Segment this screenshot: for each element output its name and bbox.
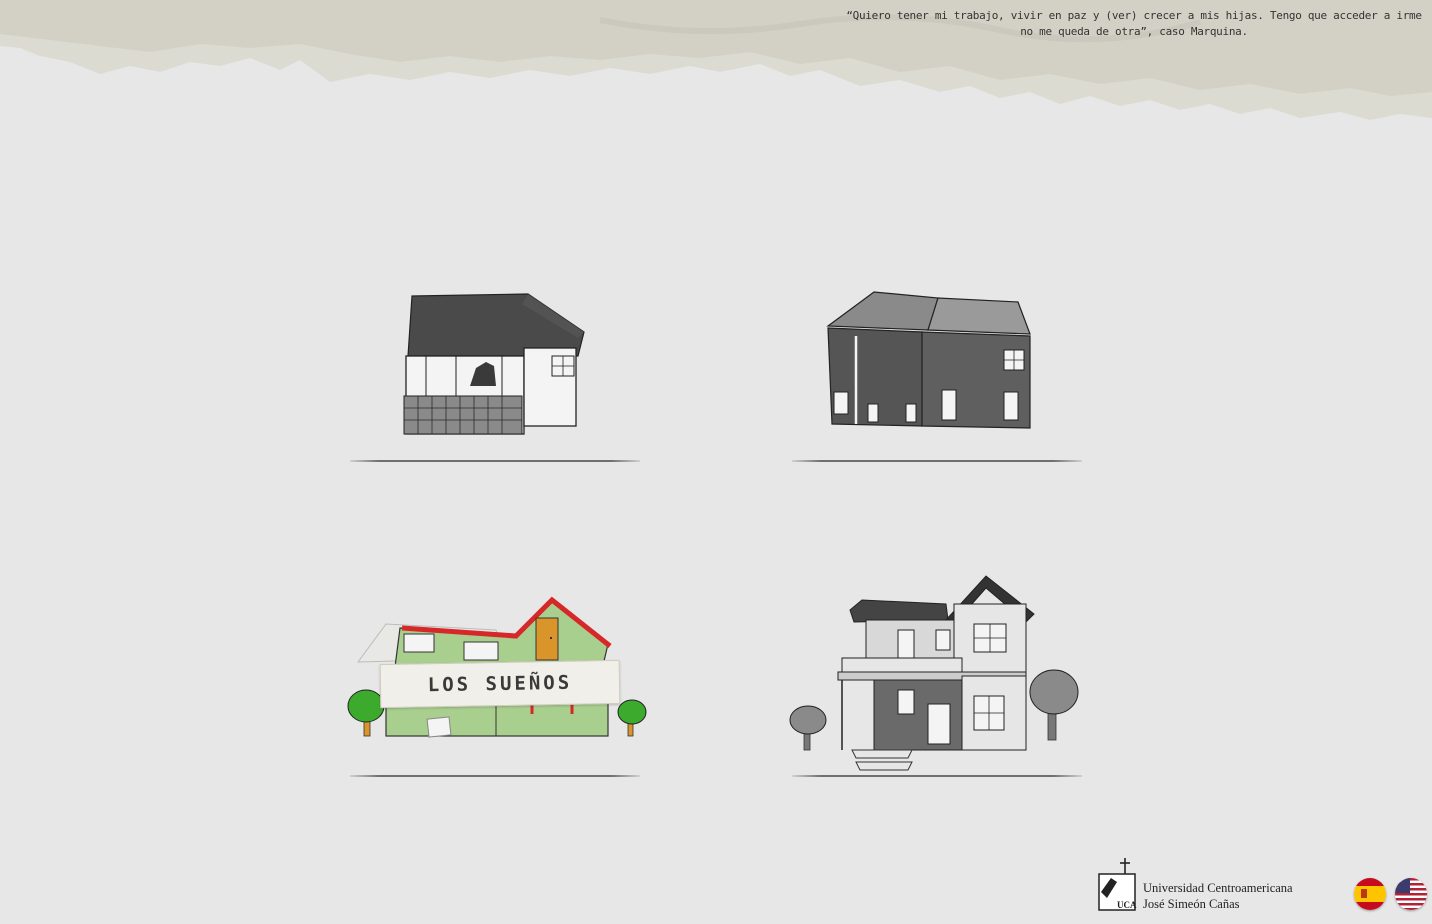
house-2-illustration (826, 291, 1031, 429)
house-3-ground-line (350, 775, 640, 777)
house-3-label[interactable]: LOS SUEÑOS (379, 659, 621, 709)
uca-logo[interactable]: UCA Universidad Centroamericana José Sim… (1097, 858, 1297, 912)
uca-logo-mark-icon: UCA (1098, 858, 1137, 911)
uca-logo-line-2: José Simeón Cañas (1143, 897, 1240, 911)
house-4[interactable] (786, 574, 1086, 774)
page: “Quiero tener mi trabajo, vivir en paz y… (0, 0, 1432, 924)
us-flag-icon[interactable] (1395, 878, 1427, 910)
house-4-ground-line (792, 775, 1082, 777)
house-1-ground-line (350, 460, 640, 462)
uca-logo-line-1: Universidad Centroamericana (1143, 881, 1293, 895)
spain-flag-icon[interactable] (1354, 878, 1386, 910)
house-4-illustration (789, 575, 1079, 771)
house-1-illustration (403, 293, 585, 435)
house-2-ground-line (792, 460, 1082, 462)
quote-text: “Quiero tener mi trabajo, vivir en paz y… (846, 9, 1422, 38)
house-1[interactable] (400, 290, 590, 440)
house-2[interactable] (822, 288, 1034, 434)
uca-logo-mark-text: UCA (1117, 900, 1137, 910)
